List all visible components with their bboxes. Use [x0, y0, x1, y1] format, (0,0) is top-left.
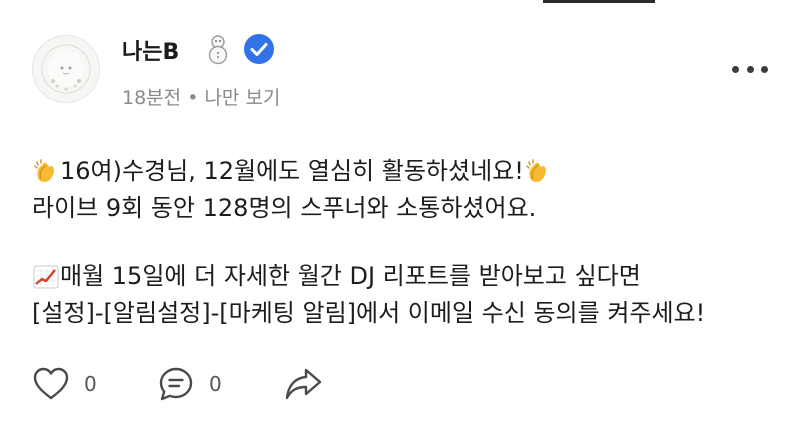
- more-dot-icon: [746, 65, 754, 73]
- avatar[interactable]: [32, 35, 100, 103]
- post-line-1: 16여)수경님, 12월에도 열심히 활동하셨네요!: [32, 153, 772, 190]
- post-visibility: 나만 보기: [204, 87, 281, 109]
- comment-icon: [159, 367, 193, 401]
- post-line-4-text: [설정]-[알림설정]-[마케팅 알림]에서 이메일 수신 동의를 켜주세요!: [32, 299, 706, 327]
- post-line-2: 라이브 9회 동안 128명의 스푸너와 소통하셨어요.: [32, 190, 772, 227]
- more-dot-icon: [761, 65, 768, 73]
- chart-increasing-icon: [32, 263, 60, 291]
- post-line-2-text: 라이브 9회 동안 128명의 스푸너와 소통하셨어요.: [32, 194, 537, 222]
- post-line-3: 매월 15일에 더 자세한 월간 DJ 리포트를 받아보고 싶다면: [32, 258, 772, 295]
- like-button[interactable]: 0: [32, 362, 97, 406]
- more-options-button[interactable]: [728, 55, 772, 83]
- author-name[interactable]: 나는B: [122, 34, 179, 66]
- clapping-hands-icon: [32, 158, 60, 186]
- post-body: 16여)수경님, 12월에도 열심히 활동하셨네요! 라이브 9회 동안 128…: [32, 153, 772, 332]
- action-bar: 0 0: [32, 362, 432, 406]
- comment-count: 0: [209, 372, 222, 396]
- clapping-hands-icon: [524, 158, 552, 186]
- meta-separator: •: [187, 87, 199, 109]
- post-line-4: [설정]-[알림설정]-[마케팅 알림]에서 이메일 수신 동의를 켜주세요!: [32, 295, 772, 332]
- like-count: 0: [84, 372, 97, 396]
- post-meta: 18분전 • 나만 보기: [122, 83, 280, 110]
- post-time: 18분전: [122, 87, 182, 109]
- share-button[interactable]: [284, 362, 324, 406]
- share-icon: [285, 368, 322, 400]
- heart-icon: [33, 367, 69, 400]
- verified-check-icon: [243, 33, 275, 65]
- post-line-1-text: 16여)수경님, 12월에도 열심히 활동하셨네요!: [60, 157, 524, 185]
- avatar-image: [41, 44, 91, 94]
- comment-button[interactable]: 0: [157, 362, 222, 406]
- post-header: 나는B 18분전 • 나만 보기: [0, 0, 800, 120]
- snowman-icon: [205, 33, 231, 65]
- post-line-3-text: 매월 15일에 더 자세한 월간 DJ 리포트를 받아보고 싶다면: [60, 262, 641, 290]
- more-dot-icon: [732, 65, 739, 73]
